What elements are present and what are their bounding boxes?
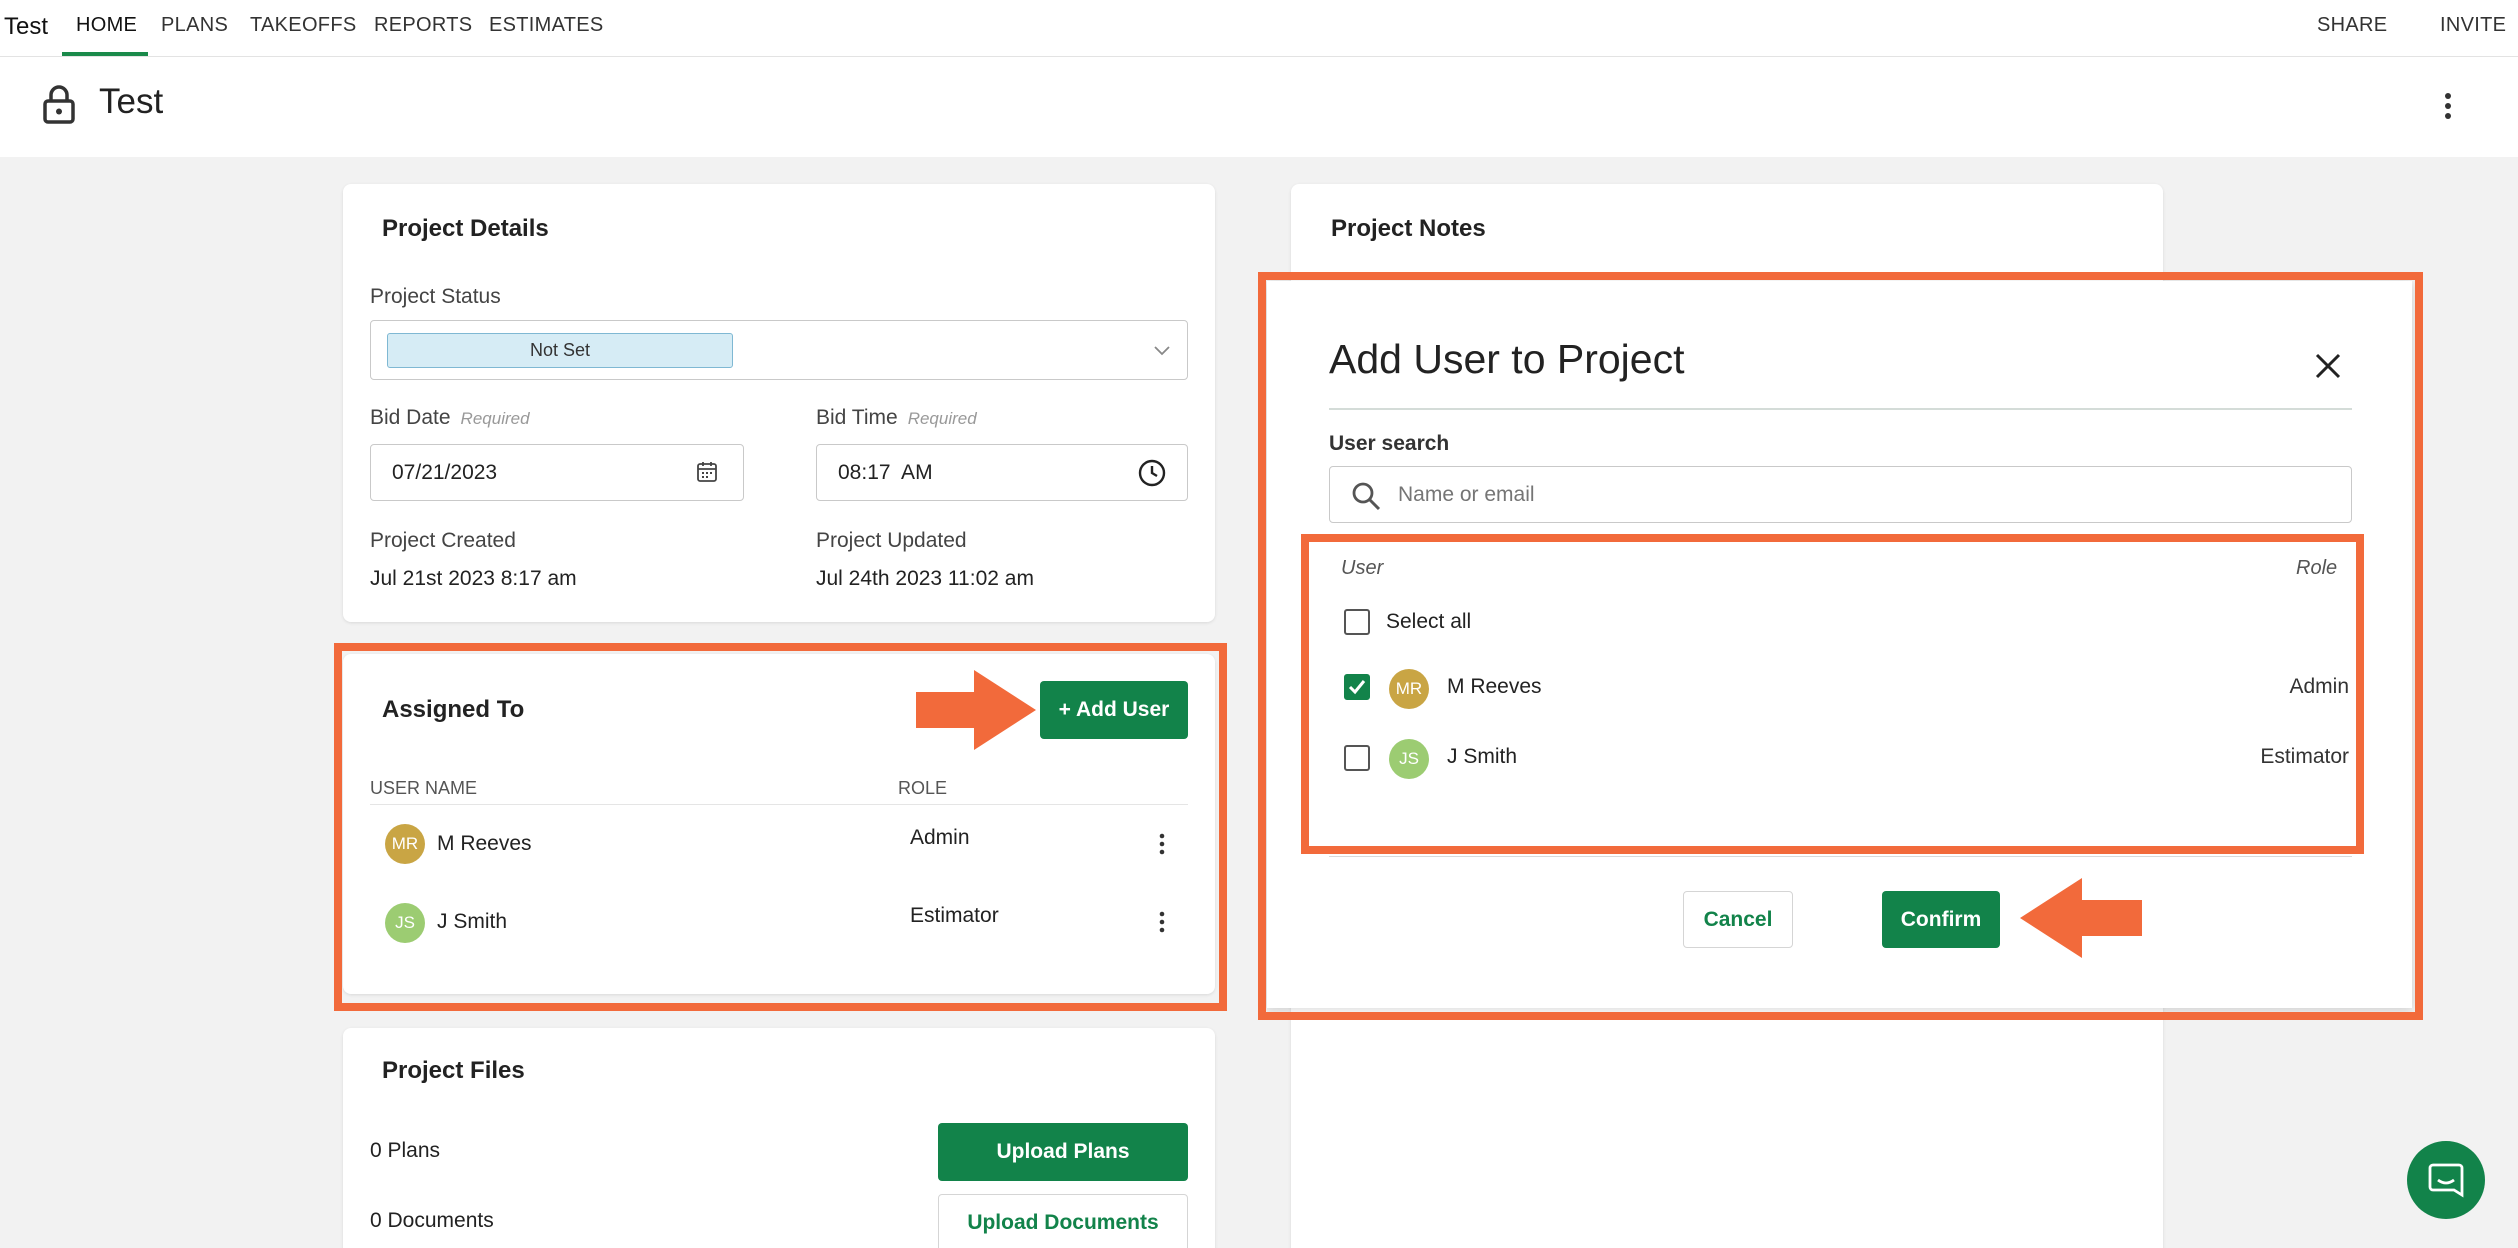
documents-count: 0 Documents xyxy=(370,1209,494,1232)
top-nav: Test HOME PLANS TAKEOFFS REPORTS ESTIMAT… xyxy=(0,0,2518,57)
project-created-value: Jul 21st 2023 8:17 am xyxy=(370,567,577,590)
chat-support-button[interactable] xyxy=(2407,1141,2485,1219)
project-files-card: Project Files 0 Plans Upload Plans 0 Doc… xyxy=(343,1028,1215,1248)
project-updated-label: Project Updated xyxy=(816,529,967,552)
bid-date-label: Bid Date Required xyxy=(370,406,530,429)
page-header xyxy=(0,57,2518,157)
chevron-down-icon xyxy=(1154,346,1170,356)
status-badge: Not Set xyxy=(387,333,733,368)
more-options-icon[interactable] xyxy=(2435,90,2461,122)
highlight-box xyxy=(334,643,1227,1011)
calendar-icon[interactable] xyxy=(696,461,718,483)
arrow-left-icon xyxy=(2020,878,2142,958)
project-status-select[interactable]: Not Set xyxy=(370,320,1188,380)
bid-time-input[interactable]: 08:17 AM xyxy=(816,444,1188,501)
project-updated-value: Jul 24th 2023 11:02 am xyxy=(816,567,1034,590)
nav-plans[interactable]: PLANS xyxy=(161,14,228,37)
invite-link[interactable]: INVITE xyxy=(2440,14,2506,37)
arrow-right-icon xyxy=(916,670,1036,750)
nav-home[interactable]: HOME xyxy=(76,14,137,37)
bid-date-value: 07/21/2023 xyxy=(392,461,498,484)
project-created-label: Project Created xyxy=(370,529,516,552)
bid-time-label: Bid Time Required xyxy=(816,406,977,429)
chat-icon xyxy=(2428,1163,2464,1198)
nav-active-indicator xyxy=(62,52,148,56)
clock-icon[interactable] xyxy=(1137,458,1167,488)
bid-time-required: Required xyxy=(907,409,977,428)
upload-plans-button[interactable]: Upload Plans xyxy=(938,1123,1188,1181)
project-details-title: Project Details xyxy=(382,215,549,242)
nav-reports[interactable]: REPORTS xyxy=(374,14,472,37)
brand-name[interactable]: Test xyxy=(4,13,48,41)
bid-date-input[interactable]: 07/21/2023 xyxy=(370,444,744,501)
project-details-card: Project Details Project Status Not Set B… xyxy=(343,184,1215,622)
upload-documents-button[interactable]: Upload Documents xyxy=(938,1194,1188,1248)
project-files-title: Project Files xyxy=(382,1057,525,1084)
bid-date-required: Required xyxy=(460,409,530,428)
share-link[interactable]: SHARE xyxy=(2317,14,2387,37)
project-status-label: Project Status xyxy=(370,285,501,308)
lock-icon xyxy=(43,85,75,124)
highlight-box xyxy=(1301,534,2364,854)
bid-time-value: 08:17 AM xyxy=(838,461,933,484)
project-notes-title: Project Notes xyxy=(1331,215,1486,242)
nav-takeoffs[interactable]: TAKEOFFS xyxy=(250,14,356,37)
page-title: Test xyxy=(99,82,164,121)
nav-estimates[interactable]: ESTIMATES xyxy=(489,14,604,37)
plans-count: 0 Plans xyxy=(370,1139,441,1162)
